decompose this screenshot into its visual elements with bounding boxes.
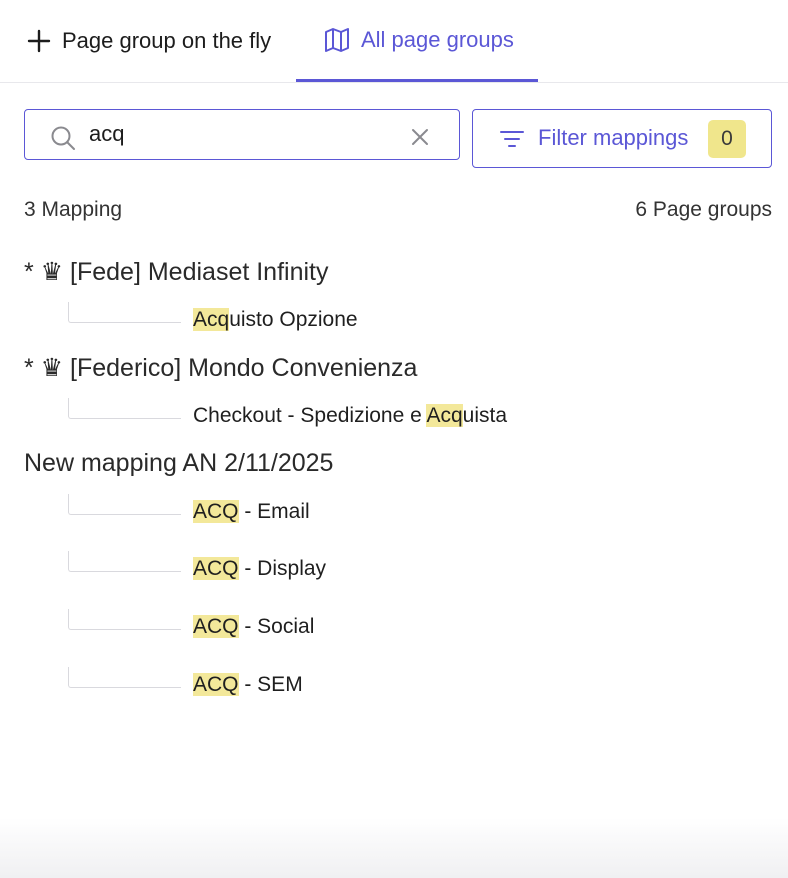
tab-page-group-on-the-fly[interactable]: Page group on the fly [26,0,271,82]
filter-icon [500,129,524,155]
page-group-label: ACQ - SEM [193,673,303,696]
tree-connector [68,302,181,323]
tree-connector [68,398,181,419]
close-icon[interactable] [411,128,429,151]
search-icon [50,125,76,156]
search-match: Acq [193,308,230,331]
page-group-count: 6 Page groups [635,198,772,221]
page-group-label: Checkout - Spedizione e Acquista [193,404,508,427]
search-match: ACQ [193,500,239,523]
bottom-fade [0,818,788,878]
mapping-group-title[interactable]: New mapping AN 2/11/2025 [24,449,333,478]
tree-connector [68,609,181,630]
page-group-label: ACQ - Display [193,557,327,580]
map-icon [323,26,351,54]
filter-mappings-button[interactable]: Filter mappings 0 [472,109,772,168]
tab-all-page-groups[interactable]: All page groups [296,0,538,82]
tree-connector [68,667,181,688]
filter-label: Filter mappings [538,125,689,150]
filter-count-badge: 0 [708,120,746,158]
search-match: Acq [426,404,463,427]
mapping-group-title[interactable]: * ♛ [Federico] Mondo Convenienza [24,353,417,383]
tab-bar: Page group on the fly All page groups [0,0,788,83]
page-group-label: ACQ - Email [193,500,310,523]
mapping-group-title[interactable]: * ♛ [Fede] Mediaset Infinity [24,257,329,287]
tree-connector [68,494,181,515]
page-group-label: Acquisto Opzione [193,308,358,331]
page-group-panel: Page group on the fly All page groups ac… [0,0,788,878]
search-match: ACQ [193,673,239,696]
search-match: ACQ [193,557,239,580]
search-box [24,109,460,160]
tree-connector [68,551,181,572]
tab-label: All page groups [361,26,514,52]
mapping-count: 3 Mapping [24,198,123,221]
search-input[interactable] [89,118,389,150]
plus-icon [26,28,52,54]
search-match: ACQ [193,615,239,638]
page-group-label: ACQ - Social [193,615,315,638]
tab-label: Page group on the fly [62,28,272,53]
